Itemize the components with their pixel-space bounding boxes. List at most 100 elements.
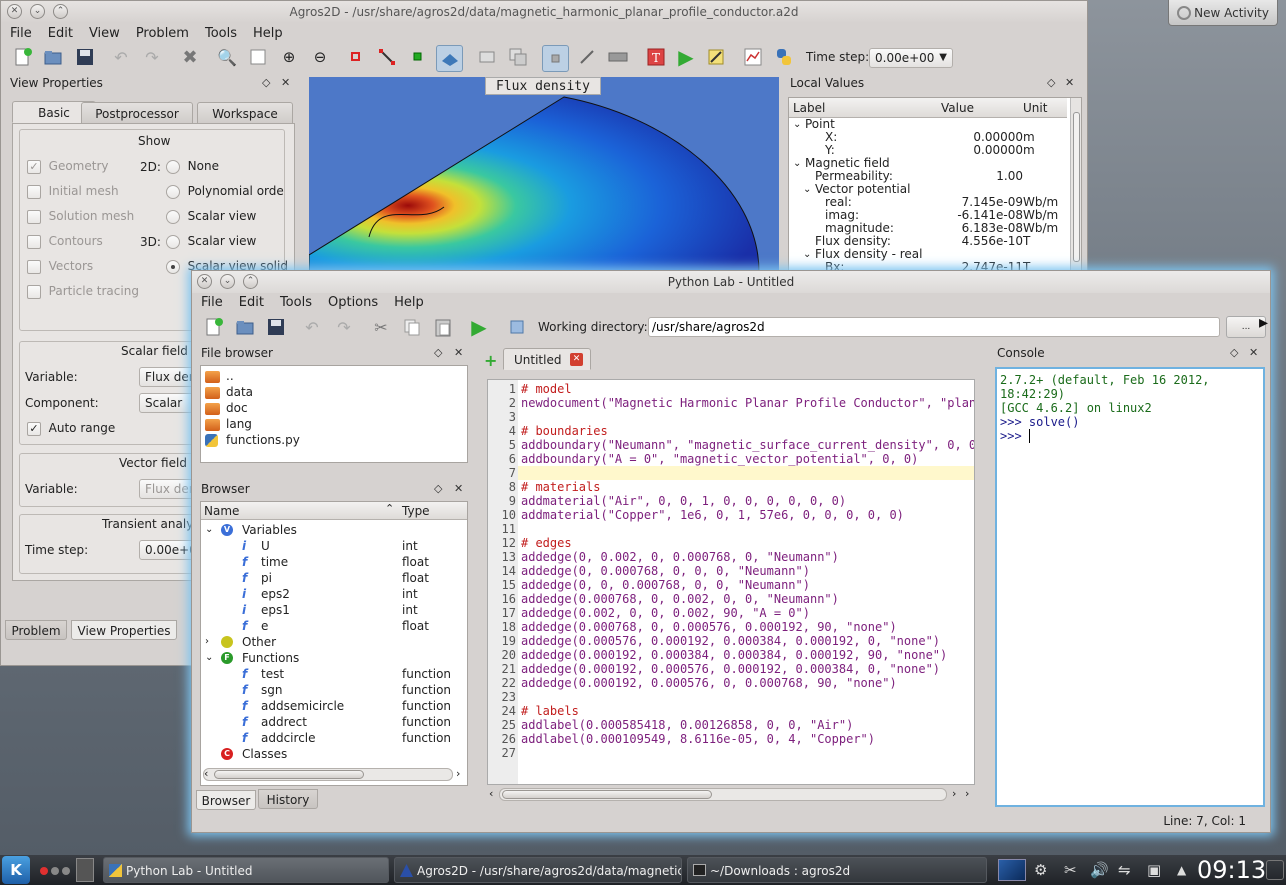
- dock-float-icon[interactable]: ◇: [1047, 76, 1055, 89]
- close-icon[interactable]: ✕: [197, 274, 212, 289]
- line-tool-icon[interactable]: [575, 45, 599, 69]
- file-item[interactable]: lang: [205, 416, 252, 432]
- tab-postprocessor[interactable]: Postprocessor: [81, 102, 193, 124]
- checkbox-particle-tracing[interactable]: Particle tracing: [27, 284, 139, 299]
- expand-arrow-icon[interactable]: ⌄: [793, 118, 801, 131]
- rectangle-icon[interactable]: [475, 45, 499, 69]
- browser-tree-row[interactable]: C Classes: [201, 746, 467, 762]
- checkbox-vectors[interactable]: Vectors: [27, 259, 93, 274]
- browser-tree-row[interactable]: ⌄ V Variables: [201, 522, 467, 538]
- undo-icon[interactable]: ↶: [109, 45, 133, 69]
- battery-icon[interactable]: ▣: [1147, 861, 1161, 879]
- tray-expand-icon[interactable]: ▲: [1177, 863, 1186, 877]
- save-icon[interactable]: [73, 45, 97, 69]
- browser-tree-row[interactable]: f e float: [201, 618, 467, 634]
- chart-icon[interactable]: [741, 45, 765, 69]
- checkbox-auto-range[interactable]: ✓ Auto range: [27, 421, 115, 436]
- scroll-left-icon[interactable]: ‹: [204, 767, 208, 780]
- radio-scalar-view-2d[interactable]: Scalar view: [166, 209, 256, 224]
- clipboard-scissors-icon[interactable]: ✂: [1064, 861, 1077, 879]
- column-header-type[interactable]: Type: [402, 504, 430, 518]
- browser-tree-row[interactable]: i eps1 int: [201, 602, 467, 618]
- postprocessor-mode-icon[interactable]: [436, 45, 463, 72]
- menu-help[interactable]: Help: [387, 292, 431, 314]
- agros-titlebar[interactable]: Agros2D - /usr/share/agros2d/data/magnet…: [1, 1, 1087, 23]
- volume-icon[interactable]: 🔊: [1090, 861, 1109, 879]
- menu-file[interactable]: File: [194, 292, 230, 314]
- script-icon[interactable]: [704, 45, 728, 69]
- browser-tree-row[interactable]: f test function: [201, 666, 467, 682]
- browser-tree-row[interactable]: ⌄ F Functions: [201, 650, 467, 666]
- column-header-label[interactable]: Label: [793, 101, 825, 115]
- pager-icon[interactable]: [76, 858, 94, 882]
- dock-float-icon[interactable]: ◇: [434, 482, 442, 495]
- open-folder-icon[interactable]: [41, 45, 65, 69]
- browser-tree-row[interactable]: i Uint: [201, 538, 467, 554]
- expand-arrow-icon[interactable]: ⌄: [205, 522, 213, 538]
- scroll-right-icon[interactable]: ›: [952, 787, 956, 800]
- redo-icon[interactable]: ↷: [332, 315, 356, 339]
- cut-icon[interactable]: ✂: [369, 315, 393, 339]
- activity-grey-icon[interactable]: [62, 867, 70, 875]
- report-icon[interactable]: T: [644, 45, 668, 69]
- file-item[interactable]: data: [205, 384, 253, 400]
- dock-float-icon[interactable]: ◇: [262, 76, 270, 89]
- tab-problem[interactable]: Problem: [5, 620, 67, 640]
- flux-density-plot[interactable]: Flux density: [309, 77, 779, 272]
- add-tab-icon[interactable]: +: [484, 351, 497, 370]
- new-activity-button[interactable]: New Activity: [1168, 0, 1278, 26]
- menu-options[interactable]: Options: [321, 292, 385, 314]
- task-python-lab[interactable]: Python Lab - Untitled: [103, 857, 389, 883]
- radio-none[interactable]: None: [166, 159, 219, 174]
- tab-view-properties[interactable]: View Properties: [71, 620, 177, 640]
- tab-history[interactable]: History: [258, 789, 318, 809]
- minimize-icon[interactable]: ⌄: [220, 274, 235, 289]
- editor-tab-untitled[interactable]: Untitled ✕: [503, 348, 591, 370]
- replace-icon[interactable]: [505, 315, 529, 339]
- overlay-icon[interactable]: [506, 45, 530, 69]
- maximize-icon[interactable]: ⌃: [243, 274, 258, 289]
- node-mode-icon[interactable]: [344, 45, 368, 69]
- browser-tree-row[interactable]: f sgn function: [201, 682, 467, 698]
- zoom-in-icon[interactable]: ⊕: [277, 45, 301, 69]
- dock-close-icon[interactable]: ✕: [1065, 76, 1074, 89]
- redo-icon[interactable]: ↷: [140, 45, 164, 69]
- browser-tree-row[interactable]: › Other: [201, 634, 467, 650]
- kde-menu-icon[interactable]: K: [2, 856, 30, 884]
- select-point-icon[interactable]: [542, 45, 569, 72]
- activity-red-icon[interactable]: [40, 867, 48, 875]
- open-folder-icon[interactable]: [233, 315, 257, 339]
- minimize-icon[interactable]: ⌄: [30, 4, 45, 19]
- delete-icon[interactable]: ✖: [178, 45, 202, 69]
- browser-tree-row[interactable]: f pi float: [201, 570, 467, 586]
- scroll-right-end-icon[interactable]: ›: [965, 787, 969, 800]
- checkbox-geometry[interactable]: ✓ Geometry: [27, 159, 108, 174]
- menu-edit[interactable]: Edit: [41, 23, 80, 45]
- horizontal-scrollbar[interactable]: [203, 768, 453, 781]
- menu-file[interactable]: File: [3, 23, 39, 45]
- save-icon[interactable]: [264, 315, 288, 339]
- column-header-value[interactable]: Value: [941, 101, 974, 115]
- expand-arrow-icon[interactable]: ⌄: [803, 248, 811, 261]
- expand-arrow-icon[interactable]: ⌄: [205, 650, 213, 666]
- file-item[interactable]: functions.py: [205, 432, 300, 448]
- settings-icon[interactable]: ⚙: [1034, 861, 1047, 879]
- dock-float-icon[interactable]: ◇: [1230, 346, 1238, 359]
- solve-icon[interactable]: ▶: [674, 45, 698, 69]
- pylab-titlebar[interactable]: Python Lab - Untitled: [192, 271, 1270, 293]
- dock-close-icon[interactable]: ✕: [454, 346, 463, 359]
- zoom-out-icon[interactable]: ⊖: [308, 45, 332, 69]
- browser-tree-row[interactable]: i eps2 int: [201, 586, 467, 602]
- dock-close-icon[interactable]: ✕: [281, 76, 290, 89]
- timestep-select[interactable]: 0.00e+00 ▼: [869, 48, 953, 68]
- maximize-icon[interactable]: ⌃: [53, 4, 68, 19]
- edge-mode-icon[interactable]: [375, 45, 399, 69]
- column-header-name[interactable]: Name: [204, 504, 239, 518]
- menu-problem[interactable]: Problem: [129, 23, 196, 45]
- copy-icon[interactable]: [400, 315, 424, 339]
- new-document-icon[interactable]: [11, 45, 35, 69]
- code-editor[interactable]: 1 # model 2 newdocument("Magnetic Harmonic …: [487, 379, 975, 785]
- radio-scalar-view-3d[interactable]: Scalar view: [166, 234, 256, 249]
- column-header-unit[interactable]: Unit: [1023, 101, 1047, 115]
- tab-browser[interactable]: Browser: [196, 790, 256, 810]
